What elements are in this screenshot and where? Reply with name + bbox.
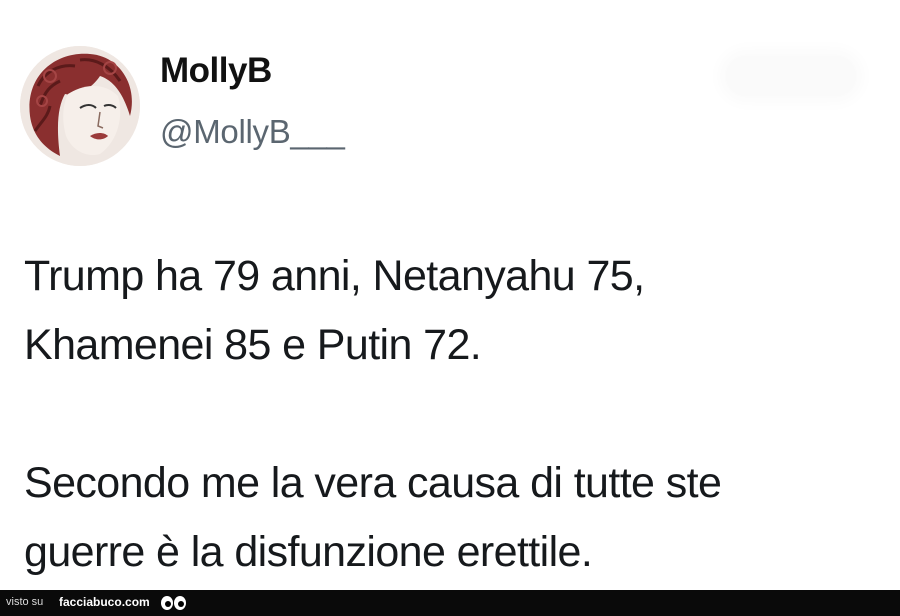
tweet-text: Trump ha 79 anni, Netanyahu 75, Khamenei… <box>24 242 884 587</box>
watermark-bar: visto su facciabuco.com <box>0 590 900 616</box>
follow-button-blurred[interactable] <box>726 56 856 96</box>
eyes-icon <box>161 596 186 610</box>
watermark-site[interactable]: facciabuco.com <box>59 595 150 609</box>
avatar-illustration <box>20 46 140 166</box>
avatar[interactable] <box>20 46 140 166</box>
tweet-line-1: Trump ha 79 anni, Netanyahu 75, <box>24 252 645 300</box>
user-handle[interactable]: @MollyB___ <box>160 112 345 152</box>
tweet-line-3: Secondo me la vera causa di tutte ste <box>24 459 722 507</box>
watermark-prefix: visto su <box>6 596 44 608</box>
tweet-line-2: Khamenei 85 e Putin 72. <box>24 321 482 369</box>
tweet-line-4: guerre è la disfunzione erettile. <box>24 528 593 576</box>
tweet-card: MollyB @MollyB___ Trump ha 79 anni, Neta… <box>0 0 900 590</box>
display-name[interactable]: MollyB <box>160 50 272 92</box>
